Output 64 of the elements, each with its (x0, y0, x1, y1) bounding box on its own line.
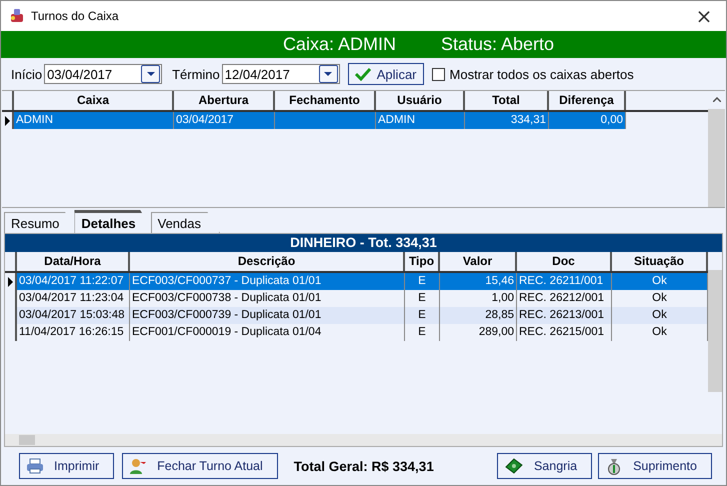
column-header[interactable]: Abertura (174, 91, 275, 110)
window-title: Turnos do Caixa (31, 9, 119, 23)
table-cell: 03/04/2017 (174, 112, 275, 129)
start-date-field[interactable]: 03/04/2017 (44, 64, 162, 84)
table-cell: E (405, 324, 440, 341)
dropdown-button[interactable] (141, 65, 160, 83)
table-cell: 03/04/2017 15:03:48 (17, 307, 130, 324)
table-cell: REC. 26213/001 (517, 307, 612, 324)
tab[interactable]: Vendas (150, 212, 220, 233)
table-cell: E (405, 307, 440, 324)
table-cell: ECF001/CF000019 - Duplicata 01/04 (130, 324, 405, 341)
close-button[interactable]: × (682, 1, 726, 31)
row-pointer-icon (8, 276, 12, 286)
supply-button[interactable]: Suprimento (598, 453, 712, 479)
grand-total: Total Geral: R$ 334,31 (294, 458, 434, 474)
table-cell: 289,00 (440, 324, 517, 341)
caret-icon (324, 72, 332, 76)
table-cell: ADMIN (376, 112, 465, 129)
print-button[interactable]: Imprimir (19, 453, 114, 479)
caret-icon (146, 72, 155, 76)
printer-icon (26, 458, 44, 474)
row-indicator[interactable] (2, 112, 14, 129)
table-cell: 334,31 (465, 112, 549, 129)
column-header[interactable]: Data/Hora (17, 252, 130, 271)
table-cell: 03/04/2017 11:22:07 (17, 273, 130, 290)
table-cell: E (405, 273, 440, 290)
banknote-icon (504, 458, 524, 474)
scroll-up-icon (712, 97, 720, 102)
column-header[interactable]: Diferença (549, 91, 626, 110)
table-cell: ECF003/CF000739 - Duplicata 01/01 (130, 307, 405, 324)
table-cell: REC. 26215/001 (517, 324, 612, 341)
row-pointer-icon (4, 116, 10, 126)
column-header[interactable]: Descrição (130, 252, 405, 271)
column-header[interactable]: Usuário (376, 91, 465, 110)
end-date-field[interactable]: 12/04/2017 (222, 64, 340, 84)
start-label: Início (11, 66, 42, 82)
scrollbar[interactable] (5, 434, 722, 446)
column-header[interactable]: Doc (517, 252, 612, 271)
apply-button[interactable]: Aplicar (348, 63, 424, 85)
table-cell: 15,46 (440, 273, 517, 290)
row-indicator[interactable] (5, 273, 17, 290)
person-icon (129, 458, 148, 474)
close-shift-button[interactable]: Fechar Turno Atual (122, 453, 278, 479)
table-cell: ECF003/CF000737 - Duplicata 01/01 (130, 273, 405, 290)
table-cell: REC. 26211/001 (517, 273, 612, 290)
checkbox-label: Mostrar todos os caixas abertos (450, 66, 634, 82)
table-cell: ADMIN (14, 112, 174, 129)
column-header[interactable]: Fechamento (275, 91, 376, 110)
status-label: Status: Aberto (440, 34, 554, 55)
column-header[interactable]: Valor (440, 252, 517, 271)
column-header[interactable]: Tipo (405, 252, 440, 271)
checkbox[interactable] (432, 68, 445, 80)
check-icon (354, 67, 371, 81)
group-banner: DINHEIRO - Tot. 334,31 (5, 234, 722, 252)
app-icon (9, 8, 25, 24)
column-header[interactable]: Caixa (14, 91, 174, 110)
cashier-label: Caixa: ADMIN (282, 34, 396, 55)
table-cell: 28,85 (440, 307, 517, 324)
table-cell: 0,00 (549, 112, 626, 129)
table-cell: 11/04/2017 16:26:15 (17, 324, 130, 341)
dropdown-button[interactable] (318, 65, 338, 83)
withdrawal-button[interactable]: Sangria (497, 453, 592, 479)
column-header[interactable]: Total (465, 91, 549, 110)
end-label: Término (172, 66, 220, 82)
